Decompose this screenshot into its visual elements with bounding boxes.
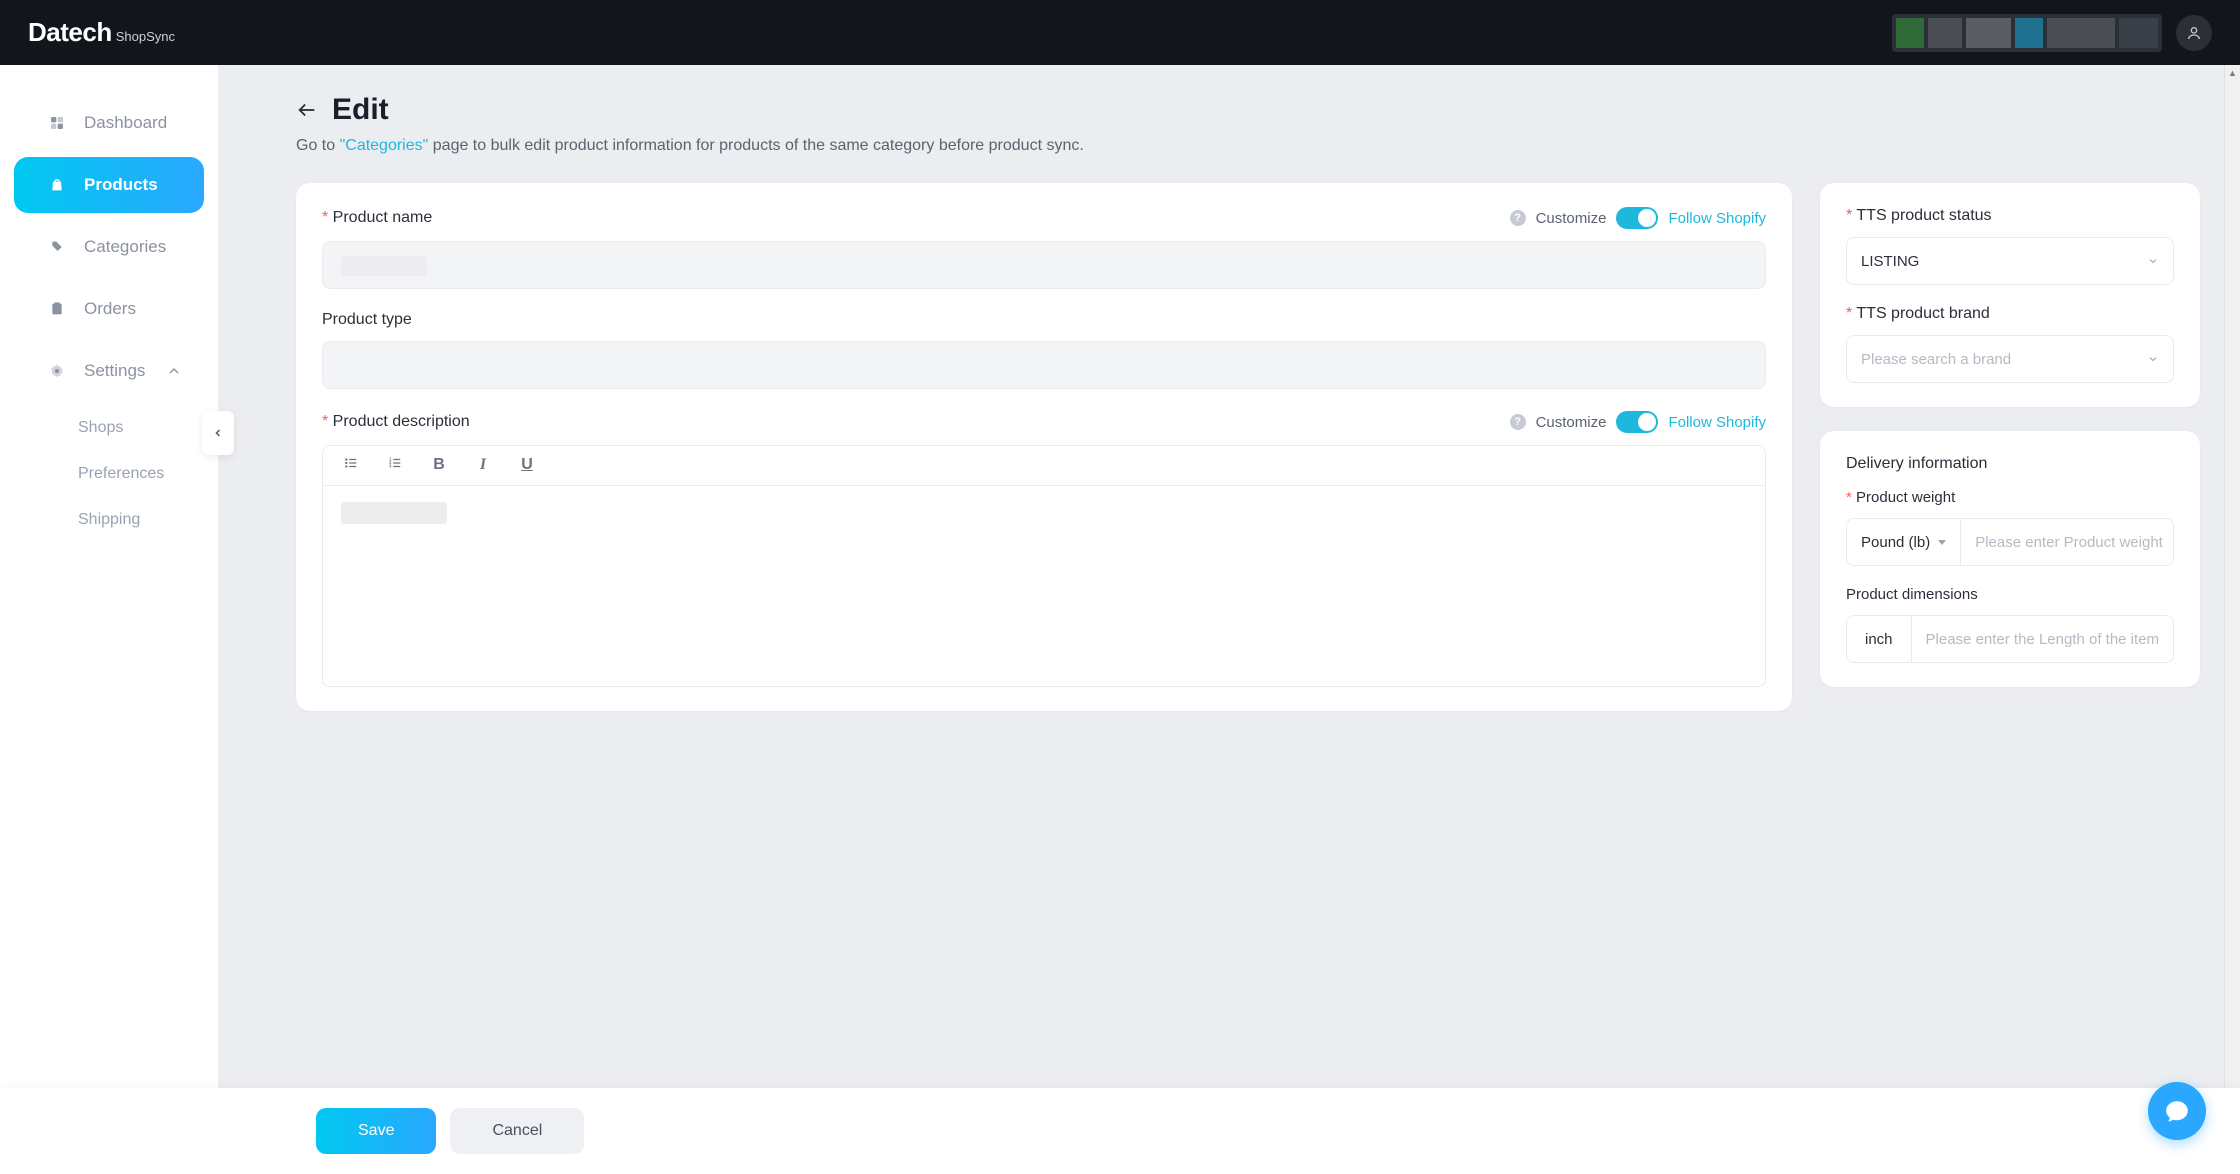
italic-button[interactable]: I [473, 456, 493, 475]
sidebar-item-settings[interactable]: Settings [14, 343, 204, 399]
bullet-list-button[interactable] [341, 456, 361, 475]
tts-brand-select[interactable]: Please search a brand [1846, 335, 2174, 383]
underline-button[interactable]: U [517, 456, 537, 475]
sidebar-item-label: Dashboard [84, 113, 167, 133]
bullet-list-icon [343, 456, 359, 470]
dashboard-icon [48, 114, 66, 132]
ordered-list-icon: 123 [387, 456, 403, 470]
customize-label: Customize [1536, 210, 1607, 227]
status-brand-card: TTS product status LISTING TTS product b… [1820, 183, 2200, 407]
delivery-title: Delivery information [1846, 455, 2174, 473]
sidebar: Dashboard Products Categories Orders [0, 65, 218, 1174]
tts-status-value: LISTING [1861, 253, 1919, 270]
chevron-down-icon [2147, 353, 2159, 365]
sidebar-item-products[interactable]: Products [14, 157, 204, 213]
categories-link[interactable]: "Categories" [340, 137, 429, 154]
sidebar-item-label: Orders [84, 299, 136, 319]
back-button[interactable] [296, 99, 318, 121]
product-edit-card: Product name ? Customize Follow Shopify [296, 183, 1792, 711]
follow-shopify-label: Follow Shopify [1668, 210, 1766, 227]
sidebar-subitem-shipping[interactable]: Shipping [0, 497, 218, 543]
sidebar-subitem-preferences[interactable]: Preferences [0, 451, 218, 497]
redacted-value [341, 256, 427, 276]
sidebar-item-label: Settings [84, 361, 145, 381]
sidebar-item-dashboard[interactable]: Dashboard [14, 95, 204, 151]
profile-button[interactable] [2176, 15, 2212, 51]
sidebar-item-label: Products [84, 175, 158, 195]
chat-icon [2164, 1098, 2190, 1124]
redacted-value [341, 502, 447, 524]
chat-button[interactable] [2148, 1082, 2206, 1140]
bag-icon [48, 176, 66, 194]
bold-button[interactable]: B [429, 456, 449, 475]
brand-sub: ShopSync [116, 29, 175, 44]
weight-unit-select[interactable]: Pound (lb) [1847, 519, 1961, 565]
orders-icon [48, 300, 66, 318]
app-header: Datech ShopSync [0, 0, 2240, 65]
product-name-toggle[interactable] [1616, 207, 1658, 229]
product-name-input[interactable] [322, 241, 1766, 289]
chevron-down-icon [2147, 255, 2159, 267]
tts-brand-placeholder: Please search a brand [1861, 351, 2011, 368]
footer-actions: Save Cancel [0, 1088, 2240, 1174]
dimension-unit: inch [1847, 616, 1912, 662]
weight-input[interactable] [1961, 519, 2174, 565]
help-icon[interactable]: ? [1510, 414, 1526, 430]
cancel-button[interactable]: Cancel [450, 1108, 584, 1154]
follow-shopify-label: Follow Shopify [1668, 414, 1766, 431]
tts-status-label: TTS product status [1846, 207, 2174, 225]
page-title: Edit [332, 93, 389, 127]
tts-brand-label: TTS product brand [1846, 305, 2174, 323]
gear-icon [48, 362, 66, 380]
editor-content[interactable] [323, 486, 1765, 686]
arrow-left-icon [296, 99, 318, 121]
product-description-label: Product description [322, 413, 470, 431]
weight-input-group: Pound (lb) [1846, 518, 2174, 566]
help-icon[interactable]: ? [1510, 210, 1526, 226]
length-input-group: inch [1846, 615, 2174, 663]
info-text: Go to "Categories" page to bulk edit pro… [296, 137, 2200, 155]
caret-down-icon [1938, 540, 1946, 545]
sidebar-item-label: Categories [84, 237, 166, 257]
product-name-label: Product name [322, 209, 432, 227]
tag-icon [48, 238, 66, 256]
brand-main: Datech [28, 17, 112, 48]
customize-label: Customize [1536, 414, 1607, 431]
dimensions-label: Product dimensions [1846, 586, 2174, 603]
header-right [1892, 14, 2212, 52]
delivery-card: Delivery information Product weight Poun… [1820, 431, 2200, 687]
chevron-up-icon [166, 363, 182, 379]
ordered-list-button[interactable]: 123 [385, 456, 405, 475]
header-redacted-area [1892, 14, 2162, 52]
rich-text-editor: 123 B I U [322, 445, 1766, 687]
product-type-label: Product type [322, 311, 412, 329]
product-type-input[interactable] [322, 341, 1766, 389]
sidebar-subitem-shops[interactable]: Shops [0, 405, 218, 451]
svg-text:3: 3 [389, 464, 392, 469]
length-input[interactable] [1912, 616, 2173, 662]
editor-toolbar: 123 B I U [323, 446, 1765, 486]
user-icon [2186, 25, 2202, 41]
tts-status-select[interactable]: LISTING [1846, 237, 2174, 285]
sidebar-item-orders[interactable]: Orders [14, 281, 204, 337]
brand-logo: Datech ShopSync [28, 17, 175, 48]
vertical-scrollbar[interactable]: ▲ ▼ [2224, 65, 2240, 1158]
weight-label: Product weight [1846, 489, 2174, 506]
save-button[interactable]: Save [316, 1108, 436, 1154]
sidebar-item-categories[interactable]: Categories [14, 219, 204, 275]
product-description-toggle[interactable] [1616, 411, 1658, 433]
main-content: Edit Go to "Categories" page to bulk edi… [218, 65, 2240, 1174]
